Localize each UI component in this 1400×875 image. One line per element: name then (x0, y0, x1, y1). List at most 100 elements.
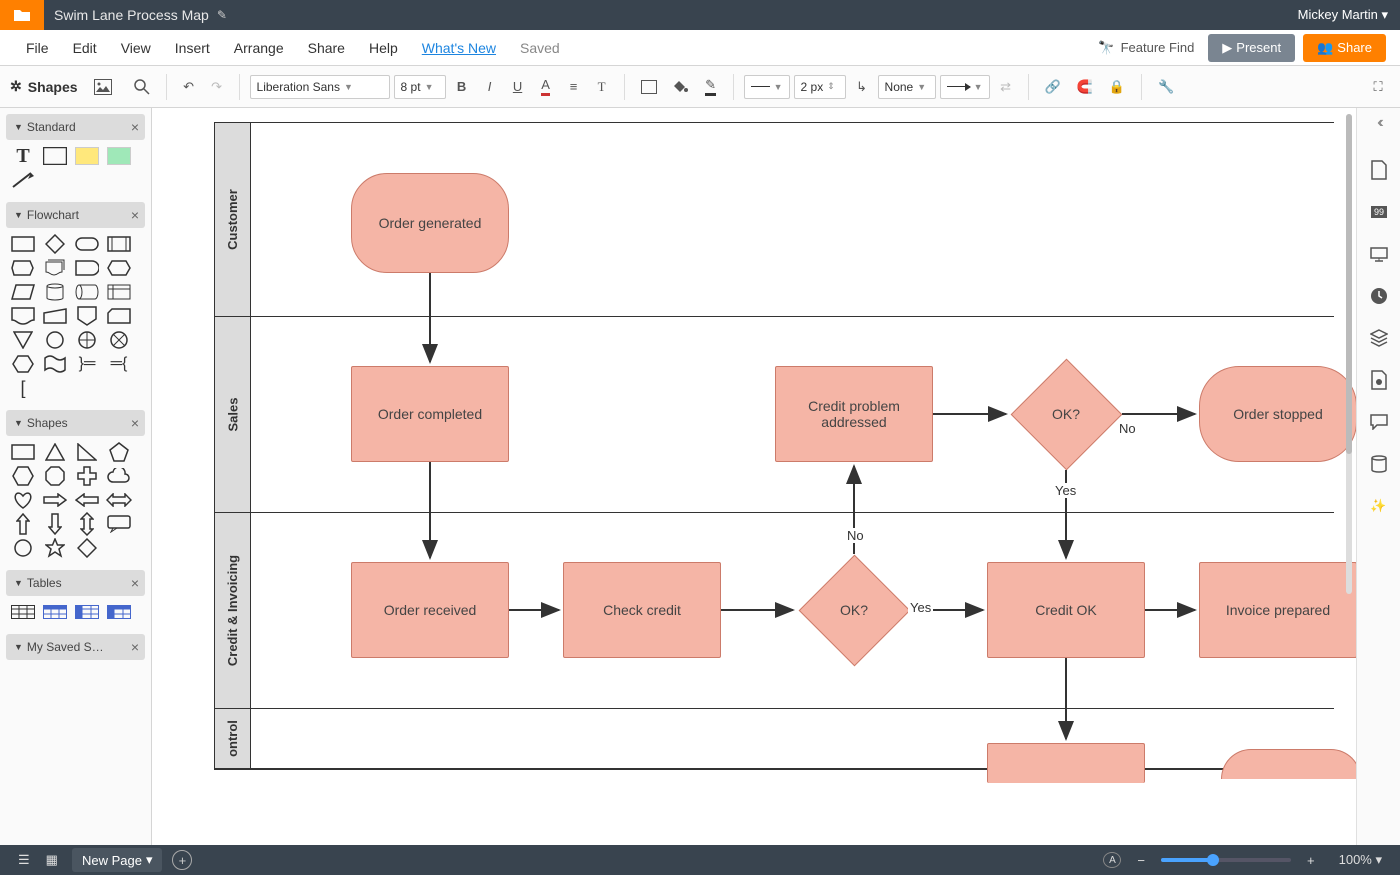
shapes-panel-toggle[interactable]: ✲ Shapes (10, 78, 78, 95)
history-icon[interactable] (1369, 286, 1389, 306)
bold-button[interactable]: B (450, 73, 474, 101)
rect-shape[interactable] (42, 146, 68, 166)
fc-manualinput[interactable] (42, 306, 68, 326)
grid-view-button[interactable]: ▦ (38, 848, 66, 872)
node-order-completed[interactable]: Order completed (351, 366, 509, 462)
undo-button[interactable]: ↶ (177, 73, 201, 101)
close-icon[interactable]: × (131, 415, 139, 431)
line-end-select[interactable]: ▼ (940, 75, 990, 99)
line-routing-button[interactable]: ↳ (850, 73, 874, 101)
border-color-button[interactable]: ✎ (699, 73, 723, 101)
fc-subprocess[interactable] (106, 234, 132, 254)
fc-tape[interactable] (42, 354, 68, 374)
sh-arrow-r[interactable] (42, 490, 68, 510)
fullscreen-button[interactable]: ⛶ (1366, 73, 1390, 101)
canvas-area[interactable]: Customer Order generated Sales Order com… (152, 108, 1356, 845)
sh-arrow-lr[interactable] (106, 490, 132, 510)
node-check-credit[interactable]: Check credit (563, 562, 721, 658)
sh-rect[interactable] (10, 442, 36, 462)
sh-callout[interactable] (106, 514, 132, 534)
sh-arrow-l[interactable] (74, 490, 100, 510)
presentation-icon[interactable] (1369, 244, 1389, 264)
fc-internal[interactable] (106, 282, 132, 302)
zoom-slider[interactable] (1161, 858, 1291, 862)
fc-connector[interactable] (42, 330, 68, 350)
lane-label-sales[interactable]: Sales (215, 317, 251, 512)
tbl-4[interactable] (106, 602, 132, 622)
menu-help[interactable]: Help (357, 40, 410, 56)
search-button[interactable] (128, 73, 156, 101)
edit-title-icon[interactable]: ✎ (217, 8, 227, 22)
underline-button[interactable]: U (506, 73, 530, 101)
panel-collapse-button[interactable]: ‹‹ (1377, 114, 1380, 132)
lane-label-customer[interactable]: Customer (215, 123, 251, 316)
node-credit-ok[interactable]: Credit OK (987, 562, 1145, 658)
node-invoice-prepared[interactable]: Invoice prepared (1199, 562, 1356, 658)
text-color-button[interactable]: A (534, 73, 558, 101)
menu-view[interactable]: View (109, 40, 163, 56)
tbl-1[interactable] (10, 602, 36, 622)
fc-brace-r[interactable]: }═ (74, 354, 100, 374)
sh-star[interactable] (42, 538, 68, 558)
menu-share[interactable]: Share (296, 40, 357, 56)
menu-whats-new[interactable]: What's New (410, 40, 508, 56)
lane-sales[interactable]: Sales Order completed Credit problem add… (215, 317, 1334, 513)
canvas-scrollbar-thumb[interactable] (1346, 114, 1352, 454)
add-page-button[interactable]: + (172, 850, 192, 870)
section-my-saved[interactable]: ▼My Saved S…× (6, 634, 145, 660)
sh-pentagon[interactable] (106, 442, 132, 462)
sh-heart[interactable] (10, 490, 36, 510)
fc-bracket[interactable]: [ (10, 378, 36, 398)
present-button[interactable]: ▶ Present (1208, 34, 1295, 62)
sh-arrow-ud[interactable] (74, 514, 100, 534)
fc-delay[interactable] (74, 258, 100, 278)
node-order-stopped[interactable]: Order stopped (1199, 366, 1356, 462)
fill-none-button[interactable] (635, 73, 663, 101)
document-title[interactable]: Swim Lane Process Map (54, 7, 209, 23)
fc-hexagon[interactable] (10, 354, 36, 374)
share-button[interactable]: 👥 Share (1303, 34, 1386, 62)
lane-label-credit[interactable]: Credit & Invoicing (215, 513, 251, 708)
note-yellow-shape[interactable] (74, 146, 100, 166)
redo-button[interactable]: ↷ (205, 73, 229, 101)
sh-octagon[interactable] (42, 466, 68, 486)
sh-triangle[interactable] (42, 442, 68, 462)
node-ok-2[interactable]: OK? (798, 554, 910, 666)
arrow-shape[interactable] (10, 170, 36, 190)
fc-directdata[interactable] (74, 282, 100, 302)
data-icon[interactable] (1369, 454, 1389, 474)
close-icon[interactable]: × (131, 119, 139, 135)
fc-brace-l[interactable]: ═{ (106, 354, 132, 374)
fc-summingj[interactable] (74, 330, 100, 350)
node-order-generated[interactable]: Order generated (351, 173, 509, 273)
section-flowchart[interactable]: ▼Flowchart× (6, 202, 145, 228)
lane-label-control[interactable]: ontrol (215, 709, 251, 768)
sh-diamond[interactable] (74, 538, 100, 558)
comment-icon[interactable]: 99 (1369, 202, 1389, 222)
master-icon[interactable] (1369, 370, 1389, 390)
magnet-button[interactable]: 🧲 (1071, 73, 1099, 101)
line-start-select[interactable]: None▼ (878, 75, 936, 99)
close-icon[interactable]: × (131, 639, 139, 655)
font-size-select[interactable]: 8 pt▼ (394, 75, 446, 99)
fc-preparation[interactable] (106, 258, 132, 278)
fill-color-button[interactable] (667, 73, 695, 101)
fc-data[interactable] (10, 282, 36, 302)
fc-doc[interactable] (10, 306, 36, 326)
lane-customer[interactable]: Customer Order generated (215, 123, 1334, 317)
sh-cross[interactable] (74, 466, 100, 486)
section-shapes[interactable]: ▼Shapes× (6, 410, 145, 436)
zoom-in-button[interactable]: + (1299, 849, 1323, 872)
chat-icon[interactable] (1369, 412, 1389, 432)
sh-cloud[interactable] (106, 466, 132, 486)
wrench-button[interactable]: 🔧 (1152, 73, 1180, 101)
folder-button[interactable] (0, 0, 44, 30)
node-control-partial[interactable] (987, 743, 1145, 783)
outline-view-button[interactable]: ☰ (10, 848, 38, 872)
lane-control[interactable]: ontrol (215, 709, 1334, 769)
fc-database[interactable] (42, 282, 68, 302)
line-width-select[interactable]: 2 px⇕ (794, 75, 846, 99)
image-button[interactable] (88, 73, 118, 101)
fc-card[interactable] (106, 306, 132, 326)
magic-icon[interactable]: ✨ (1369, 496, 1389, 516)
